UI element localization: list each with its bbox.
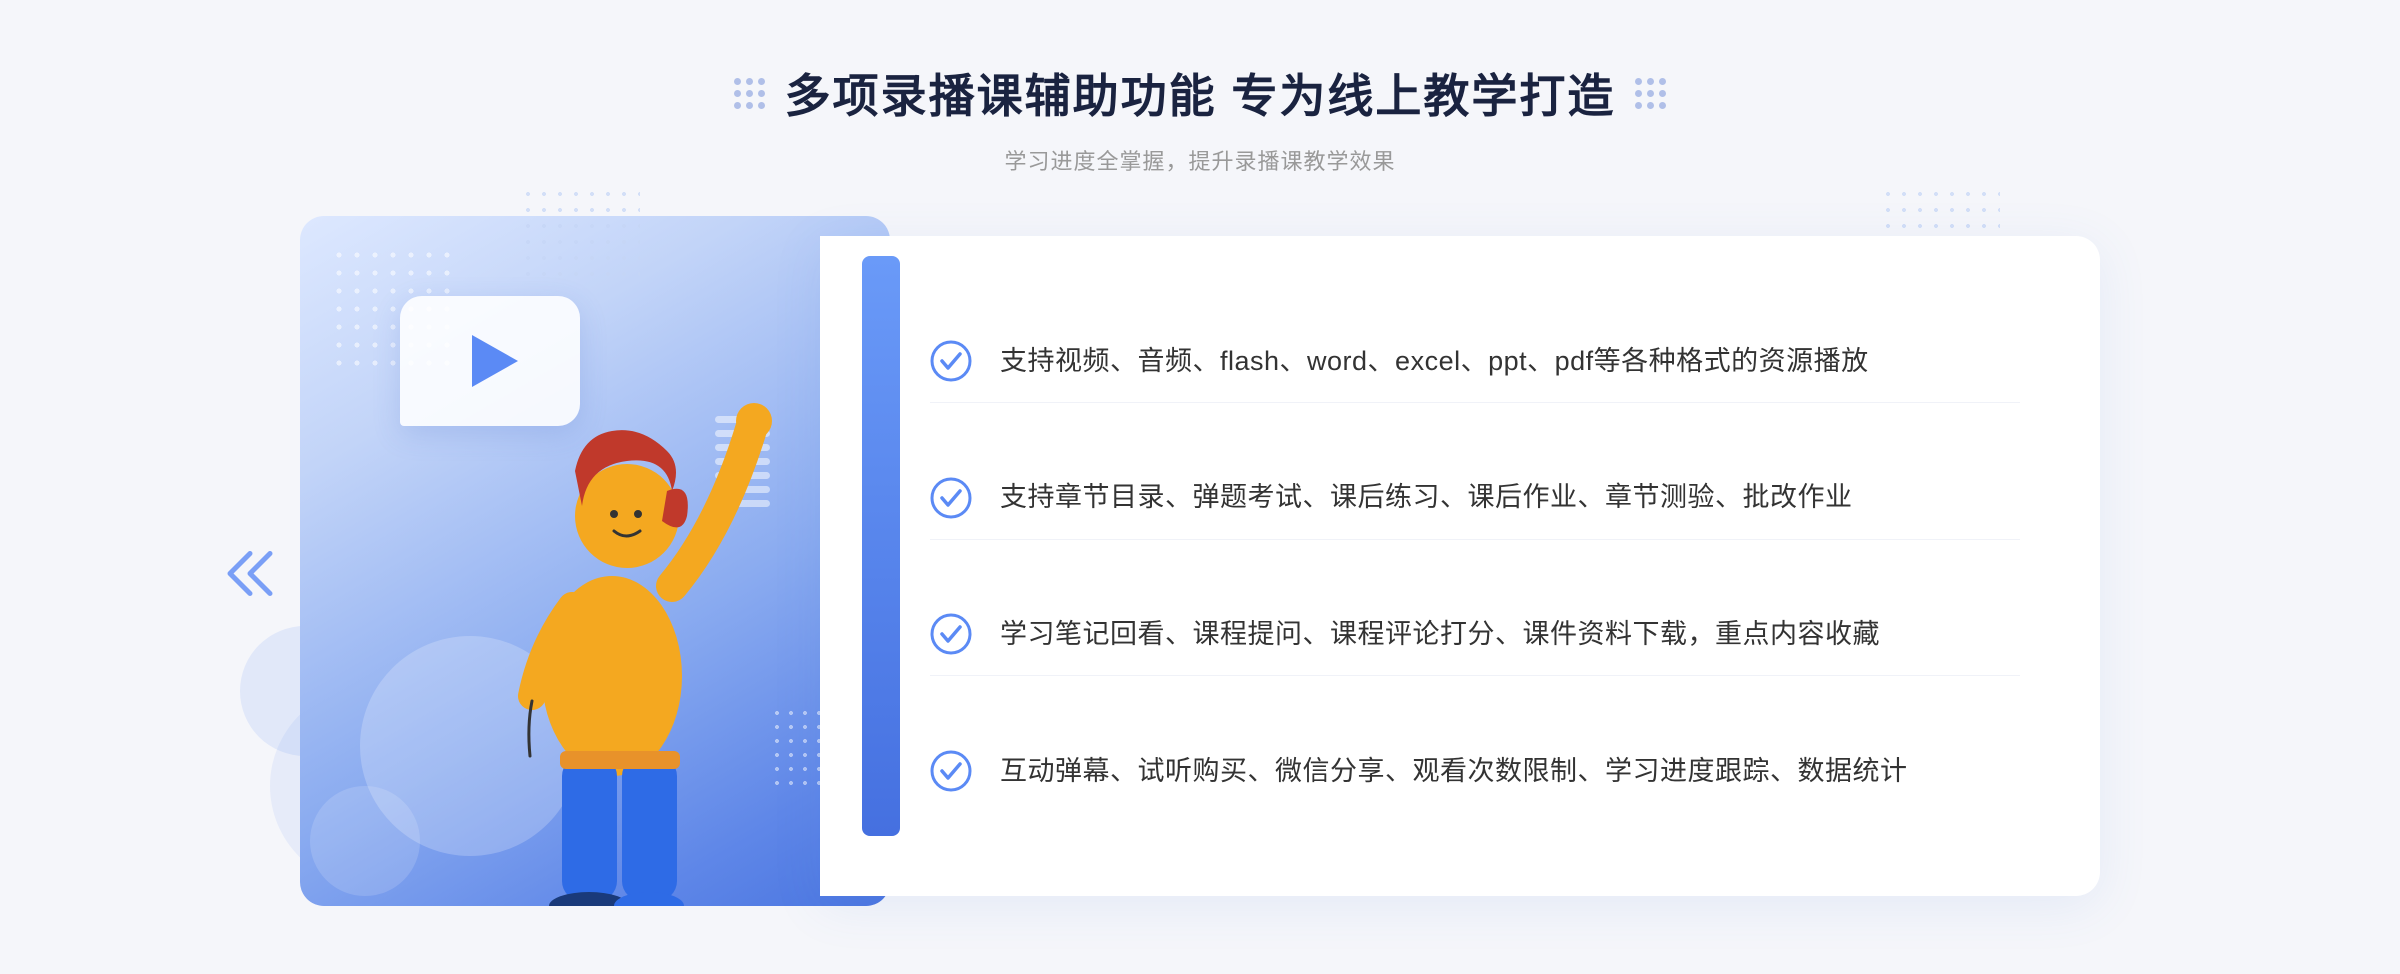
person-illustration — [442, 306, 782, 906]
check-icon-4 — [930, 750, 972, 792]
feature-text-2: 支持章节目录、弹题考试、课后练习、课后作业、章节测验、批改作业 — [1000, 477, 1853, 518]
illustration-card — [300, 216, 890, 906]
main-content: 支持视频、音频、flash、word、excel、ppt、pdf等各种格式的资源… — [300, 216, 2100, 936]
main-title: 多项录播课辅助功能 专为线上教学打造 — [785, 60, 1616, 126]
check-icon-3 — [930, 613, 972, 655]
feature-item-3: 学习笔记回看、课程提问、课程评论打分、课件资料下载，重点内容收藏 — [930, 593, 2020, 676]
features-panel: 支持视频、音频、flash、word、excel、ppt、pdf等各种格式的资源… — [820, 236, 2100, 896]
deco-dots-top-left — [520, 186, 640, 286]
blue-accent-bar — [862, 256, 900, 836]
feature-item-1: 支持视频、音频、flash、word、excel、ppt、pdf等各种格式的资源… — [930, 320, 2020, 403]
page-wrapper: 多项录播课辅助功能 专为线上教学打造 学习进度全掌握，提升录播课教学效果 — [0, 0, 2400, 974]
feature-text-3: 学习笔记回看、课程提问、课程评论打分、课件资料下载，重点内容收藏 — [1000, 614, 1880, 655]
check-icon-2 — [930, 477, 972, 519]
left-decorative-dots — [734, 78, 765, 109]
feature-item-4: 互动弹幕、试听购买、微信分享、观看次数限制、学习进度跟踪、数据统计 — [930, 730, 2020, 812]
chevron-left-icon — [220, 549, 280, 604]
deco-circle-small — [310, 786, 420, 896]
subtitle: 学习进度全掌握，提升录播课教学效果 — [734, 144, 1667, 176]
right-decorative-dots — [1635, 78, 1666, 109]
feature-text-1: 支持视频、音频、flash、word、excel、ppt、pdf等各种格式的资源… — [1000, 341, 1869, 382]
check-icon-1 — [930, 340, 972, 382]
feature-item-2: 支持章节目录、弹题考试、课后练习、课后作业、章节测验、批改作业 — [930, 457, 2020, 540]
header-section: 多项录播课辅助功能 专为线上教学打造 学习进度全掌握，提升录播课教学效果 — [734, 60, 1667, 176]
title-row: 多项录播课辅助功能 专为线上教学打造 — [734, 60, 1667, 126]
feature-text-4: 互动弹幕、试听购买、微信分享、观看次数限制、学习进度跟踪、数据统计 — [1000, 751, 1908, 792]
